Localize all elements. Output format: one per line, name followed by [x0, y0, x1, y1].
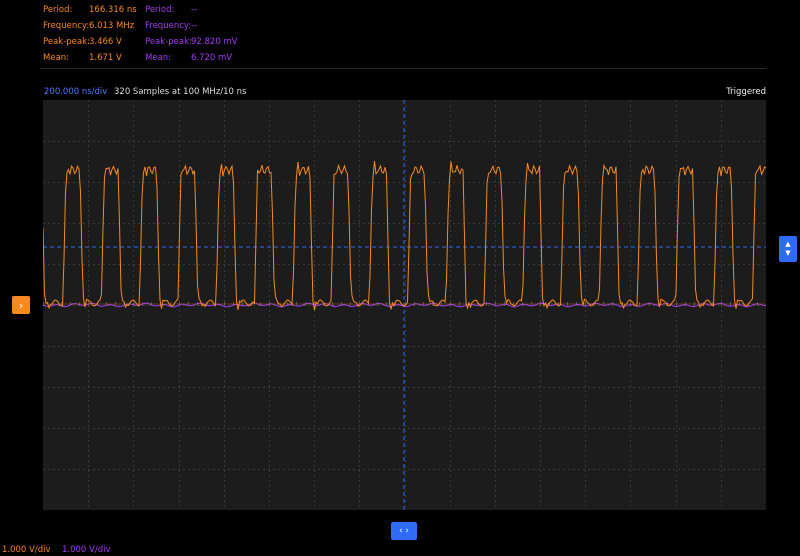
chevron-down-icon: ▼ [785, 249, 791, 257]
ch1-peak-peak-value: 3.466 V [89, 37, 122, 47]
chevron-left-right-icon: ‹ › [398, 526, 410, 536]
ch2-period-row: Period: -- [145, 2, 265, 18]
ch1-frequency-row: Frequency: 6.013 MHz [43, 18, 143, 34]
ch2-period-value: -- [191, 5, 198, 15]
ch2-peak-peak-value: 92.820 mV [191, 37, 238, 47]
ch2-peak-peak-row: Peak-peak: 92.820 mV [145, 34, 265, 50]
trigger-level-marker[interactable]: ▲ ▼ [779, 236, 797, 262]
ch1-peak-peak-row: Peak-peak: 3.466 V [43, 34, 143, 50]
ch2-peak-peak-label: Peak-peak: [145, 37, 192, 47]
ch2-mean-value: 6.720 mV [191, 53, 233, 63]
trigger-position-marker[interactable]: ‹ › [391, 522, 417, 540]
ch2-scale[interactable]: 1.000 V/div [62, 545, 111, 555]
ch1-peak-peak-label: Peak-peak: [43, 37, 90, 47]
header-divider [40, 68, 766, 69]
ch2-frequency-value: -- [191, 21, 198, 31]
ch2-period-label: Period: [145, 5, 175, 15]
ch2-measurements: Period: -- Frequency: -- Peak-peak: 92.820 … [145, 2, 265, 66]
ch1-mean-row: Mean: 1.671 V [43, 50, 143, 66]
ch1-scale[interactable]: 1.000 V/div [2, 545, 51, 555]
timebase-label[interactable]: 200.000 ns/div [44, 87, 107, 97]
samples-info: 320 Samples at 100 MHz/10 ns [114, 87, 247, 97]
ch2-mean-label: Mean: [145, 53, 172, 63]
ch2-frequency-label: Frequency: [145, 21, 192, 31]
ch1-period-label: Period: [43, 5, 73, 15]
trigger-status: Triggered [726, 87, 766, 97]
scope-canvas [43, 100, 766, 510]
chevron-up-icon: ▲ [785, 240, 791, 248]
scope-display[interactable] [43, 100, 766, 510]
ch2-frequency-row: Frequency: -- [145, 18, 265, 34]
ch2-mean-row: Mean: 6.720 mV [145, 50, 265, 66]
ch1-period-row: Period: 166.316 ns [43, 2, 143, 18]
ch1-mean-value: 1.671 V [89, 53, 122, 63]
chevron-right-icon: › [18, 298, 24, 312]
ch1-offset-marker[interactable]: › [12, 296, 30, 314]
ch1-measurements: Period: 166.316 ns Frequency: 6.013 MHz Pe… [43, 2, 143, 66]
ch1-frequency-label: Frequency: [43, 21, 90, 31]
ch1-mean-label: Mean: [43, 53, 70, 63]
ch1-period-value: 166.316 ns [89, 5, 137, 15]
ch1-frequency-value: 6.013 MHz [89, 21, 135, 31]
